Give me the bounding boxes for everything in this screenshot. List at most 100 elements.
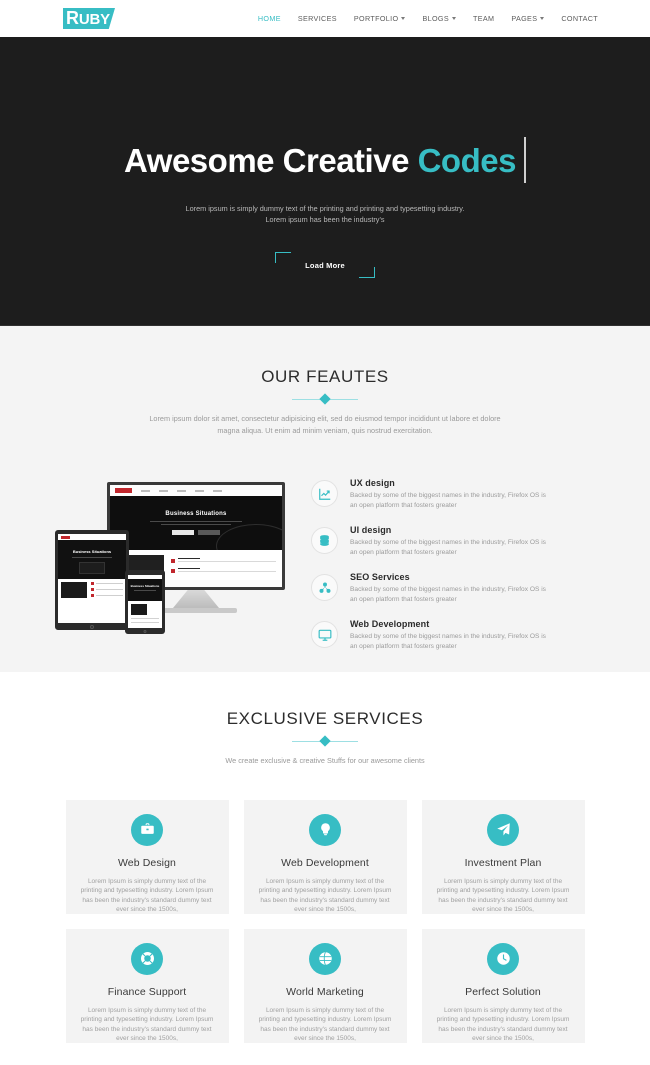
- service-title: Web Development: [281, 856, 369, 869]
- feature-text: UX design Backed by some of the biggest n…: [350, 478, 548, 510]
- tablet-mockup: Business Situations: [55, 530, 129, 630]
- mockup-button: [172, 530, 194, 535]
- mockup-nav-item: [159, 489, 168, 492]
- tablet-hero-title: Business Situations: [72, 549, 112, 554]
- phone-line: [131, 618, 159, 619]
- service-card[interactable]: Investment Plan Lorem Ipsum is simply dum…: [421, 799, 585, 914]
- service-description: Lorem Ipsum is simply dummy text of the …: [436, 1006, 570, 1043]
- divider-diamond-icon: [319, 393, 331, 405]
- services-section: EXCLUSIVE SERVICES We create exclusive &…: [0, 672, 650, 1043]
- mockup-navbar: [110, 485, 282, 496]
- corner-bracket-bottom-right-icon: [359, 267, 375, 278]
- feature-item: UX design Backed by some of the biggest n…: [311, 478, 602, 510]
- tablet-navbar: [58, 534, 126, 540]
- tablet-screen: Business Situations: [58, 534, 126, 623]
- services-grid: Web Design Lorem Ipsum is simply dummy te…: [0, 799, 650, 1043]
- mockup-feature-rows: [171, 555, 276, 587]
- mockup-nav-item: [213, 489, 222, 492]
- paper-plane-icon: [487, 813, 519, 846]
- database-stack-icon: [311, 527, 338, 554]
- clock-icon: [487, 942, 519, 975]
- feature-title: UX design: [350, 478, 395, 488]
- smartphone-mockup: Business Situations: [125, 570, 165, 634]
- service-card[interactable]: Web Development Lorem Ipsum is simply dum…: [243, 799, 407, 914]
- features-title: OUR FEAUTES: [261, 367, 389, 386]
- nav-item-blogs[interactable]: BLOGS: [422, 14, 456, 23]
- monitor-stand: [173, 590, 219, 608]
- service-card[interactable]: Perfect Solution Lorem Ipsum is simply du…: [421, 928, 585, 1043]
- load-more-label: Load More: [305, 260, 345, 270]
- mockup-line: [178, 568, 200, 569]
- page-title: Awesome Creative Codes: [124, 144, 516, 177]
- briefcase-icon: [131, 813, 163, 846]
- mockup-row-lines: [178, 558, 276, 562]
- nav-item-pages[interactable]: PAGES: [511, 14, 545, 23]
- hero-title-main: Awesome Creative: [124, 141, 418, 179]
- typing-cursor-icon: [523, 137, 526, 183]
- services-title: EXCLUSIVE SERVICES: [226, 709, 424, 728]
- logo-text: RUBY: [63, 8, 110, 30]
- mockup-hero-line: [150, 521, 242, 522]
- tablet-row: [91, 588, 123, 591]
- features-list: UX design Backed by some of the biggest n…: [311, 474, 602, 666]
- logo[interactable]: RUBY: [63, 8, 115, 29]
- service-card[interactable]: World Marketing Lorem Ipsum is simply dum…: [243, 928, 407, 1043]
- feature-title: SEO Services: [350, 572, 410, 582]
- tablet-row: [91, 594, 123, 597]
- main-navigation: HOME SERVICES PORTFOLIO BLOGS TEAM PAGES CONTA…: [258, 14, 598, 23]
- mockup-line: [178, 558, 200, 559]
- services-subtitle: We create exclusive & creative Stuffs fo…: [225, 756, 425, 765]
- tablet-home-button-icon: [90, 624, 94, 629]
- mockup-bullet-icon: [171, 559, 175, 563]
- tablet-line: [96, 595, 123, 596]
- service-card[interactable]: Web Design Lorem Ipsum is simply dummy te…: [65, 799, 229, 914]
- nav-item-team[interactable]: TEAM: [473, 14, 494, 23]
- nav-item-label: PAGES: [511, 14, 538, 23]
- corner-bracket-top-left-icon: [275, 252, 291, 263]
- service-title: Finance Support: [107, 985, 187, 998]
- mockup-logo-icon: [115, 488, 132, 493]
- feature-title: Web Development: [350, 619, 430, 629]
- network-nodes-icon: [311, 574, 338, 601]
- hero-title-accent: Codes: [417, 141, 517, 179]
- tablet-thumbnail: [61, 582, 87, 598]
- tablet-hero-line: [72, 557, 112, 558]
- section-divider-icon: [292, 735, 358, 747]
- nav-item-home[interactable]: HOME: [258, 14, 281, 23]
- site-header: RUBY HOME SERVICES PORTFOLIO BLOGS TEAM PAGES…: [0, 0, 650, 37]
- hero-subtitle: Lorem ipsum is simply dummy text of the …: [186, 203, 465, 225]
- service-description: Lorem Ipsum is simply dummy text of the …: [80, 877, 214, 914]
- hero-title-wrap: Awesome Creative Codes: [124, 137, 526, 183]
- monitor-icon: [311, 621, 338, 648]
- service-card[interactable]: Finance Support Lorem Ipsum is simply dum…: [65, 928, 229, 1043]
- load-more-button[interactable]: Load More: [275, 252, 375, 278]
- mockup-line: [178, 561, 276, 562]
- feature-description: Backed by some of the biggest names in t…: [350, 633, 546, 650]
- chevron-down-icon: [451, 17, 456, 20]
- logo-rest: UBY: [78, 10, 110, 28]
- mockup-button: [198, 530, 220, 535]
- mockup-hero-buttons: [172, 530, 220, 535]
- service-title: Web Design: [117, 856, 176, 869]
- nav-item-contact[interactable]: CONTACT: [561, 14, 598, 23]
- monitor-base: [155, 608, 237, 613]
- tablet-line: [96, 589, 123, 590]
- nav-item-services[interactable]: SERVICES: [298, 14, 337, 23]
- nav-item-portfolio[interactable]: PORTFOLIO: [354, 14, 406, 23]
- mockup-hero-line: [161, 524, 231, 525]
- feature-item: UI design Backed by some of the biggest n…: [311, 525, 602, 557]
- phone-thumbnail: [131, 604, 147, 615]
- mockup-feature-row: [171, 558, 276, 563]
- service-description: Lorem Ipsum is simply dummy text of the …: [80, 1006, 214, 1043]
- tablet-row: [91, 582, 123, 585]
- mockup-nav-item: [195, 489, 204, 492]
- phone-hero-title: Business Situations: [130, 584, 160, 588]
- mockup-feature-row: [171, 568, 276, 573]
- responsive-devices-mockup: Business Situations Business Situations …: [55, 474, 297, 634]
- nav-item-label: SERVICES: [297, 14, 337, 23]
- phone-screen: Business Situations: [128, 575, 162, 628]
- phone-navbar: [128, 575, 162, 579]
- service-title: World Marketing: [286, 985, 364, 998]
- hero-section: Awesome Creative Codes Lorem ipsum is si…: [0, 37, 650, 326]
- service-title: Investment Plan: [464, 856, 542, 869]
